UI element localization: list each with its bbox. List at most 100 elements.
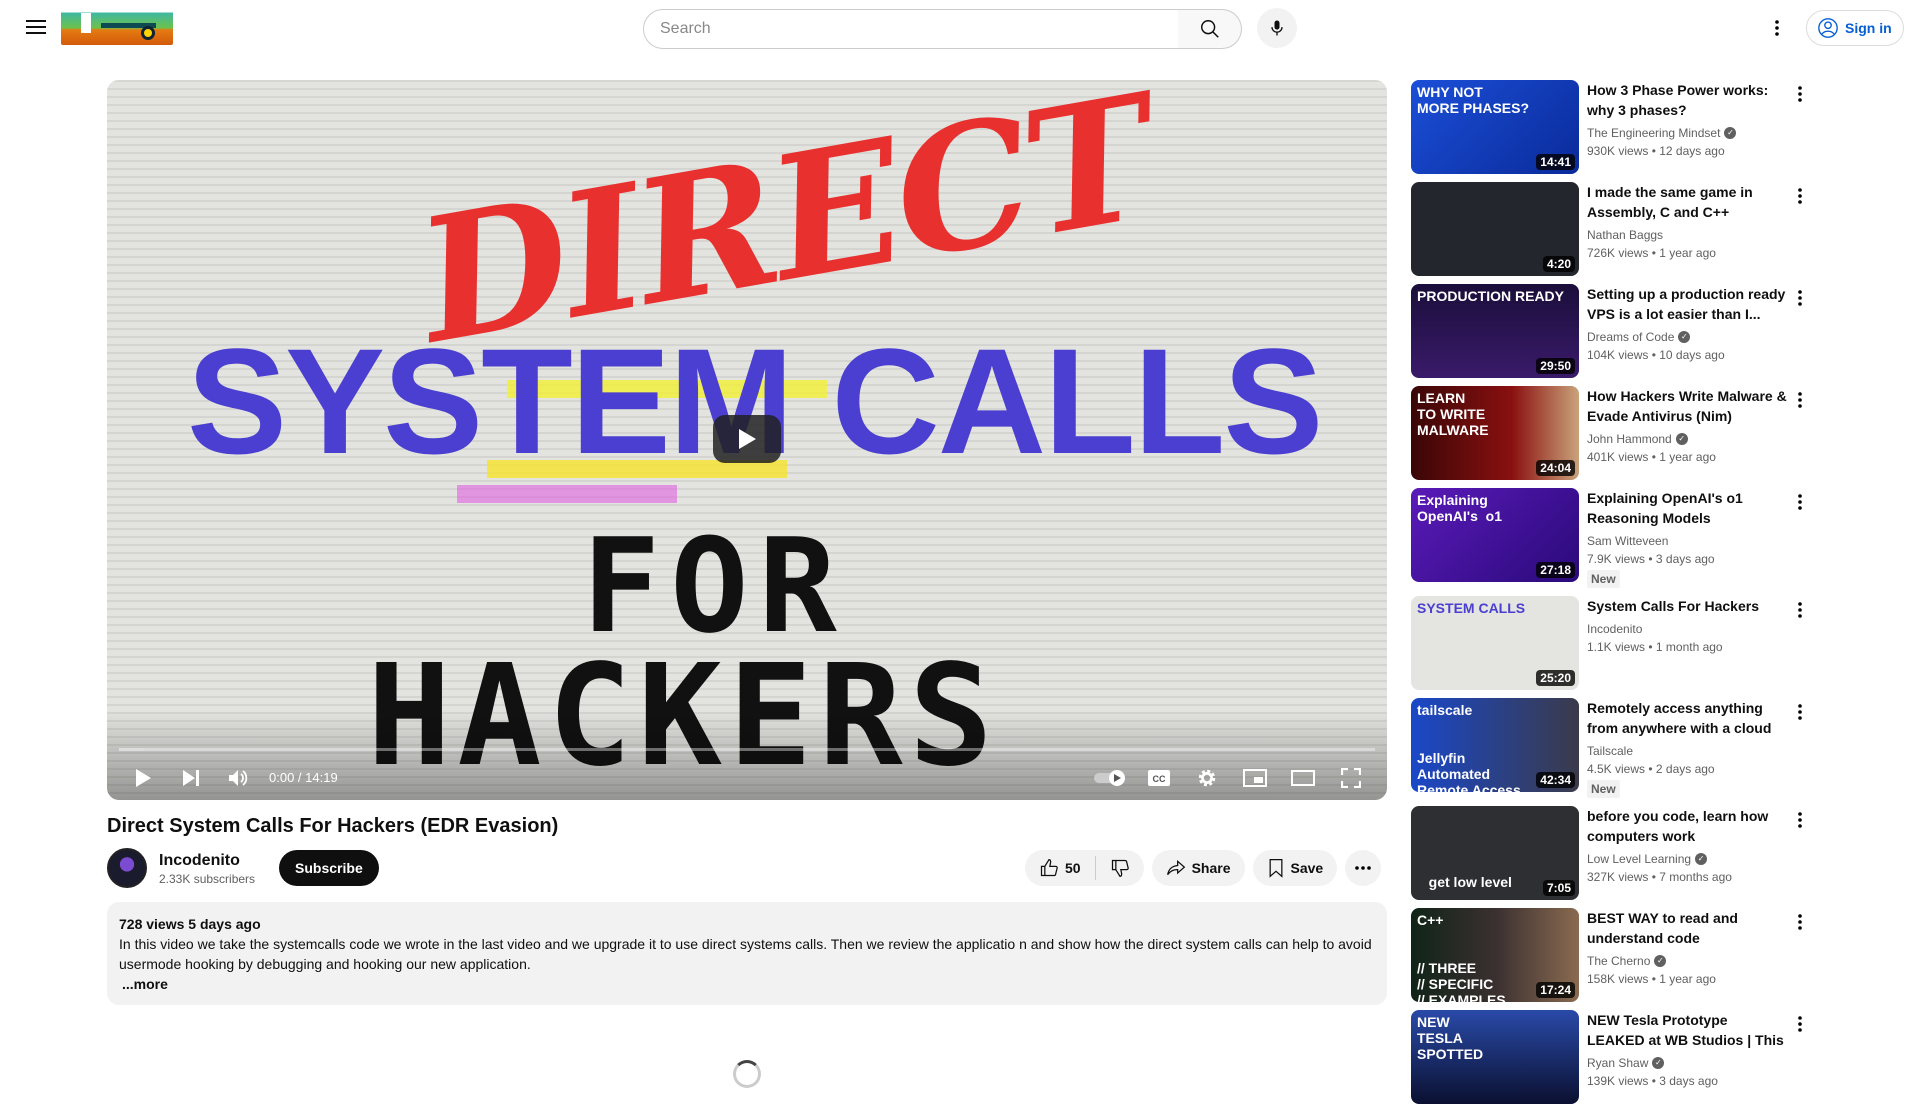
video-menu-button[interactable] [1792,490,1808,514]
video-menu-button[interactable] [1792,286,1808,310]
autoplay-toggle[interactable] [1087,755,1135,800]
channel-avatar[interactable] [107,848,147,888]
recommended-title[interactable]: How 3 Phase Power works: why 3 phases? [1587,80,1787,120]
subscribe-button[interactable]: Subscribe [279,850,379,886]
recommended-channel[interactable]: John Hammond [1587,430,1672,448]
new-badge: New [1587,570,1620,588]
recommended-channel[interactable]: Incodenito [1587,620,1642,638]
recommended-video[interactable]: get low level 7:05 before you code, lear… [1411,806,1811,900]
recommended-title[interactable]: Remotely access anything from anywhere w… [1587,698,1787,738]
show-more-link[interactable]: ...more [122,974,168,994]
description-box[interactable]: 728 views 5 days ago In this video we ta… [107,902,1387,1005]
recommended-title[interactable]: System Calls For Hackers [1587,596,1787,616]
video-thumbnail[interactable]: tailscale Jellyfin Automated Remote Acce… [1411,698,1579,792]
miniplayer-icon [1243,768,1267,787]
recommended-video[interactable]: NEW TESLA SPOTTED NEW Tesla Prototype LE… [1411,1010,1811,1104]
verified-icon: ✓ [1675,433,1688,445]
voice-search-button[interactable] [1257,8,1297,48]
svg-text:CC: CC [1153,774,1166,784]
video-menu-button[interactable] [1792,82,1808,106]
video-thumbnail[interactable]: Explaining OpenAI's o1 27:18 [1411,488,1579,582]
search-input[interactable] [643,9,1179,49]
channel-name[interactable]: Incodenito [159,850,255,872]
recommended-video[interactable]: WHY NOT MORE PHASES? 14:41 How 3 Phase P… [1411,80,1811,174]
time-display: 0:00 / 14:19 [269,770,338,785]
recommended-title[interactable]: How Hackers Write Malware & Evade Antivi… [1587,386,1787,426]
video-thumbnail[interactable]: WHY NOT MORE PHASES? 14:41 [1411,80,1579,174]
like-button[interactable]: 50 [1025,856,1096,880]
recommended-channel[interactable]: The Engineering Mindset [1587,124,1720,142]
video-menu-button[interactable] [1792,808,1808,832]
recommended-channel[interactable]: The Cherno [1587,952,1650,970]
video-thumbnail[interactable]: NEW TESLA SPOTTED [1411,1010,1579,1104]
recommended-views: 726K views • 1 year ago [1587,246,1716,260]
recommended-video[interactable]: SYSTEM CALLS 25:20 System Calls For Hack… [1411,596,1811,690]
video-thumbnail[interactable]: get low level 7:05 [1411,806,1579,900]
play-button[interactable] [119,755,167,800]
recommended-title[interactable]: before you code, learn how computers wor… [1587,806,1787,846]
video-menu-button[interactable] [1792,598,1808,622]
dislike-button[interactable] [1096,850,1144,886]
video-thumbnail[interactable]: LEARN TO WRITE MALWARE 24:04 [1411,386,1579,480]
video-menu-button[interactable] [1792,1012,1808,1036]
recommended-views: 7.9K views • 3 days ago [1587,552,1715,566]
save-button[interactable]: Save [1252,850,1338,886]
more-vertical-icon [1775,20,1779,36]
large-play-button[interactable] [713,415,781,463]
video-thumbnail[interactable]: PRODUCTION READY 29:50 [1411,284,1579,378]
video-thumbnail[interactable]: C++ // THREE // SPECIFIC // EXAMPLES 17:… [1411,908,1579,1002]
recommended-video[interactable]: C++ // THREE // SPECIFIC // EXAMPLES 17:… [1411,908,1811,1002]
mute-button[interactable] [215,755,263,800]
video-thumbnail[interactable]: SYSTEM CALLS 25:20 [1411,596,1579,690]
duration-badge: 24:04 [1536,460,1575,476]
recommended-video[interactable]: 4:20 I made the same game in Assembly, C… [1411,182,1811,276]
account-icon [1818,18,1838,38]
sign-in-label: Sign in [1845,20,1892,36]
video-menu-button[interactable] [1792,388,1808,412]
recommended-video[interactable]: tailscale Jellyfin Automated Remote Acce… [1411,698,1811,798]
video-menu-button[interactable] [1792,910,1808,934]
miniplayer-button[interactable] [1231,755,1279,800]
description-text: In this video we take the systemcalls co… [119,936,1372,972]
video-menu-button[interactable] [1792,184,1808,208]
settings-button[interactable] [1183,755,1231,800]
header: Sign in [0,0,1920,56]
fullscreen-button[interactable] [1327,755,1375,800]
recommended-video[interactable]: Explaining OpenAI's o1 27:18 Explaining … [1411,488,1811,588]
search-button[interactable] [1178,9,1242,49]
recommended-video[interactable]: LEARN TO WRITE MALWARE 24:04 How Hackers… [1411,386,1811,480]
recommended-channel[interactable]: Ryan Shaw [1587,1054,1648,1072]
video-thumbnail[interactable]: 4:20 [1411,182,1579,276]
channel-logo[interactable] [61,7,173,45]
share-icon [1166,859,1185,876]
duration-badge: 14:41 [1536,154,1575,170]
recommended-views: 1.1K views • 1 month ago [1587,640,1723,654]
recommended-video[interactable]: PRODUCTION READY 29:50 Setting up a prod… [1411,284,1811,378]
video-player[interactable]: DIRECT SYSTEM CALLS FOR HACKERS 0:00 / 1… [107,80,1387,800]
recommended-title[interactable]: NEW Tesla Prototype LEAKED at WB Studios… [1587,1010,1787,1050]
recommended-title[interactable]: BEST WAY to read and understand code [1587,908,1787,948]
theater-mode-button[interactable] [1279,755,1327,800]
recommended-title[interactable]: Setting up a production ready VPS is a l… [1587,284,1787,324]
settings-more-button[interactable] [1765,12,1789,44]
recommended-channel[interactable]: Nathan Baggs [1587,226,1663,244]
recommended-title[interactable]: I made the same game in Assembly, C and … [1587,182,1787,222]
next-button[interactable] [167,755,215,800]
more-vertical-icon [1798,812,1802,828]
thumbnail-text: C++ // THREE // SPECIFIC // EXAMPLES [1417,912,1506,1002]
view-date-meta: 728 views 5 days ago [119,916,261,932]
captions-button[interactable]: CC [1135,755,1183,800]
share-button[interactable]: Share [1151,850,1245,886]
recommended-channel[interactable]: Sam Witteveen [1587,532,1668,550]
recommended-channel[interactable]: Tailscale [1587,742,1633,760]
save-label: Save [1290,860,1324,876]
recommended-title[interactable]: Explaining OpenAI's o1 Reasoning Models [1587,488,1787,528]
video-menu-button[interactable] [1792,700,1808,724]
recommended-channel[interactable]: Low Level Learning [1587,850,1691,868]
recommended-channel[interactable]: Dreams of Code [1587,328,1674,346]
more-actions-button[interactable] [1345,850,1382,886]
menu-icon[interactable] [24,16,48,40]
sign-in-button[interactable]: Sign in [1806,10,1904,46]
more-vertical-icon [1798,86,1802,102]
progress-bar[interactable] [119,748,1375,751]
